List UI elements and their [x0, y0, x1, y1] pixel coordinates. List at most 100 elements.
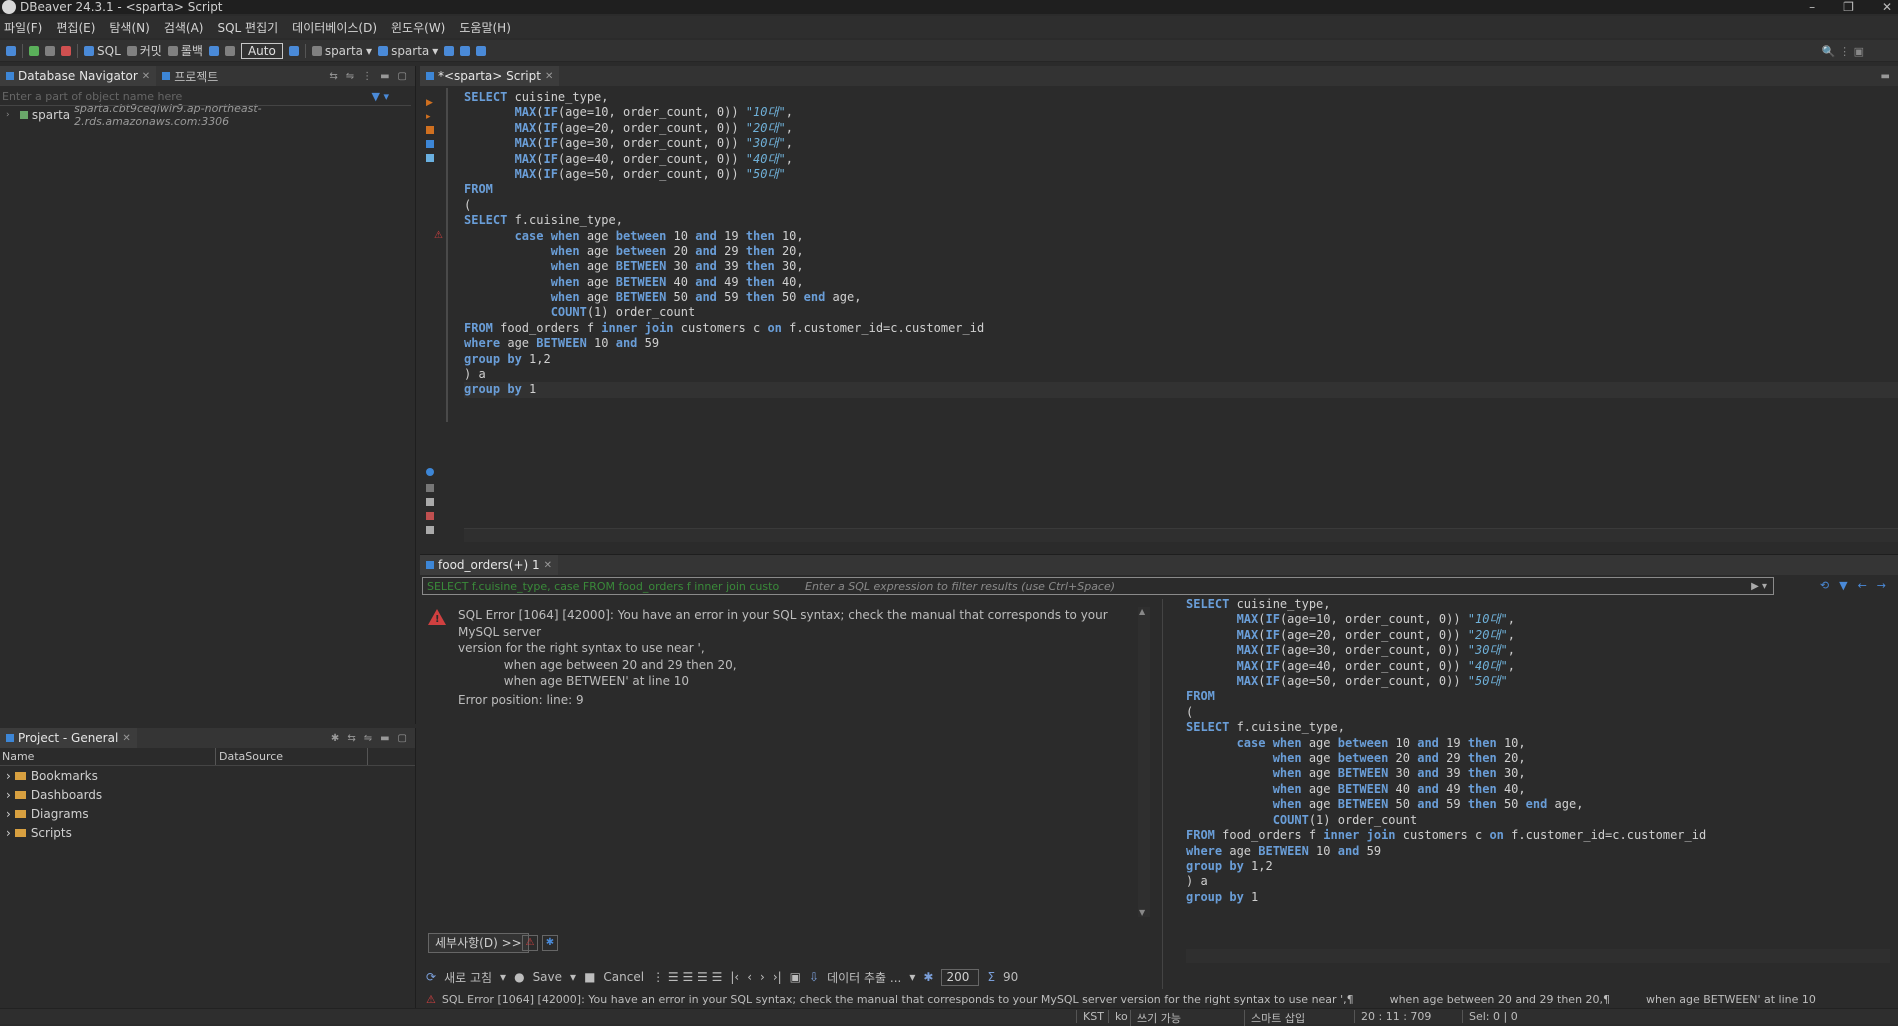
active-datasource-selector[interactable]: sparta ▾ [311, 44, 372, 58]
view-menu-icon[interactable]: ⋮ [362, 71, 372, 82]
stop-icon[interactable] [61, 45, 71, 56]
navigator-filter-input[interactable]: Enter a part of object name here ▼ ▾ [0, 88, 411, 106]
cancel-icon[interactable]: ■ [584, 970, 595, 984]
save-button[interactable]: Save [533, 970, 562, 984]
menu-edit[interactable]: 편집(E) [52, 19, 105, 36]
prev-page-icon[interactable]: ‹ [747, 970, 752, 984]
close-icon[interactable]: ✕ [544, 560, 552, 571]
fetch-size-input[interactable]: 200 [941, 968, 980, 986]
tab-food-orders-result[interactable]: food_orders(+) 1 ✕ [420, 555, 559, 575]
column-datasource[interactable]: DataSource [216, 748, 368, 765]
tab-sparta-script[interactable]: *<sparta> Script ✕ [420, 66, 560, 86]
more-icon[interactable] [426, 484, 434, 492]
column-name[interactable]: Name [0, 748, 216, 765]
disconnect-icon[interactable] [45, 45, 55, 56]
tree-row-connection[interactable]: › sparta sparta.cbt9ceqiwlr9.ap-northeas… [0, 102, 415, 128]
rollback-button[interactable]: 롤백 [167, 42, 203, 59]
minimize-icon[interactable]: ▬ [380, 733, 389, 744]
execute-script-icon[interactable]: ▸ [426, 112, 434, 122]
last-page-icon[interactable]: ›| [773, 970, 782, 984]
tab-database-navigator[interactable]: Database Navigator ✕ [0, 66, 157, 86]
link-icon[interactable]: ⇋ [364, 733, 372, 744]
back-icon[interactable]: ← [1858, 579, 1867, 592]
export-data-icon[interactable]: ⇩ [809, 970, 819, 984]
explain-plan-icon[interactable] [426, 140, 434, 148]
transaction-log-icon[interactable] [224, 45, 235, 56]
apply-filter-icon[interactable]: ⟲ [1820, 579, 1829, 592]
refresh-button[interactable]: 새로 고침 [444, 969, 492, 986]
refresh-icon[interactable] [288, 45, 299, 56]
commit-button[interactable]: 커밋 [126, 42, 162, 59]
minimize-icon[interactable]: – [1809, 0, 1815, 14]
expand-arrow-icon[interactable]: › [6, 826, 11, 840]
sql-code-area[interactable]: SELECT cuisine_type, MAX(IF(age=10, orde… [464, 90, 1898, 398]
menu-window[interactable]: 윈도우(W) [387, 19, 455, 36]
error-vertical-scrollbar[interactable] [1138, 607, 1150, 917]
project-item-bookmarks[interactable]: › Bookmarks [0, 766, 415, 785]
editor-horizontal-scrollbar[interactable] [464, 528, 1898, 542]
active-schema-selector[interactable]: sparta ▾ [378, 44, 438, 58]
results-filter-input[interactable]: SELECT f.cuisine_type, case FROM food_or… [422, 577, 1774, 595]
filter-icon[interactable]: ▼ ▾ [372, 90, 389, 103]
sql-editor-button[interactable]: SQL [84, 44, 121, 58]
maximize-icon[interactable]: ▢ [398, 733, 407, 744]
erd-icon[interactable] [460, 45, 471, 56]
collapse-icon[interactable]: ⇆ [347, 733, 355, 744]
expand-arrow-icon[interactable]: › [6, 110, 16, 120]
expand-arrow-icon[interactable]: › [6, 807, 11, 821]
settings-icon[interactable] [426, 468, 434, 476]
new-connection-icon[interactable] [6, 45, 16, 56]
import-icon[interactable] [426, 526, 434, 534]
menu-help[interactable]: 도움말(H) [455, 19, 521, 36]
execute-new-tab-icon[interactable] [426, 126, 434, 134]
row-ops-icon[interactable]: ⋮ ☰ ☰ ☰ ☰ [652, 970, 722, 984]
project-item-dashboards[interactable]: › Dashboards [0, 785, 415, 804]
save-dropdown-icon[interactable]: ▾ [570, 970, 576, 984]
load-plan-icon[interactable] [426, 154, 434, 162]
row-count-icon[interactable]: Σ [987, 970, 995, 984]
forward-icon[interactable]: → [1877, 579, 1886, 592]
maximize-icon[interactable]: ▢ [398, 71, 407, 82]
refresh-dropdown-icon[interactable]: ▾ [500, 970, 506, 984]
expand-arrow-icon[interactable]: › [6, 788, 11, 802]
tab-projects[interactable]: 프로젝트 [156, 66, 224, 86]
dashboard-icon[interactable] [444, 45, 455, 56]
next-page-icon[interactable]: › [760, 970, 765, 984]
close-icon[interactable]: ✕ [122, 733, 130, 744]
export-dropdown-icon[interactable]: ▾ [909, 970, 915, 984]
minimize-icon[interactable]: ▬ [1881, 71, 1890, 82]
first-page-icon[interactable]: |‹ [730, 970, 739, 984]
expand-arrow-icon[interactable]: › [6, 769, 11, 783]
details-button[interactable]: 세부사항(D) >> [428, 933, 529, 953]
transaction-mode-icon[interactable] [208, 45, 219, 56]
collapse-icon[interactable]: ⇆ [329, 71, 337, 82]
query-horizontal-scrollbar[interactable] [1186, 949, 1890, 963]
close-icon[interactable]: ✕ [142, 71, 150, 82]
project-item-diagrams[interactable]: › Diagrams [0, 804, 415, 823]
link-icon[interactable]: ⇋ [346, 71, 354, 82]
settings-icon[interactable]: ✱ [542, 935, 558, 951]
save-icon[interactable]: ● [514, 970, 524, 984]
add-icon[interactable]: ✱ [331, 733, 339, 744]
export-icon[interactable] [426, 512, 434, 520]
close-icon[interactable]: ✕ [1882, 0, 1892, 14]
menu-search[interactable]: 검색(A) [160, 19, 214, 36]
search-icon[interactable]: 🔍 ⋮ ▣ [1822, 45, 1864, 58]
filter-icon[interactable]: ▼ [1839, 579, 1847, 592]
results-splitter[interactable] [1162, 599, 1163, 989]
execute-statement-icon[interactable]: ▶ [426, 98, 434, 108]
close-icon[interactable]: ✕ [545, 71, 553, 82]
menu-navigate[interactable]: 탐색(N) [105, 19, 159, 36]
search-connections-icon[interactable] [476, 45, 487, 56]
minimize-icon[interactable]: ▬ [380, 71, 389, 82]
tab-project-general[interactable]: Project - General ✕ [0, 728, 137, 748]
menu-file[interactable]: 파일(F) [0, 19, 52, 36]
export-data-button[interactable]: 데이터 추출 ... [827, 969, 901, 986]
file-icon[interactable] [426, 498, 434, 506]
refresh-icon[interactable]: ⟳ [426, 970, 436, 984]
error-log-icon[interactable]: ⚠ [522, 935, 538, 951]
menu-sql-editor[interactable]: SQL 편집기 [213, 19, 288, 36]
cancel-button[interactable]: Cancel [603, 970, 644, 984]
auto-commit-toggle[interactable]: Auto [240, 42, 283, 59]
filter-history-icon[interactable]: ▶ ▾ [1751, 581, 1767, 592]
